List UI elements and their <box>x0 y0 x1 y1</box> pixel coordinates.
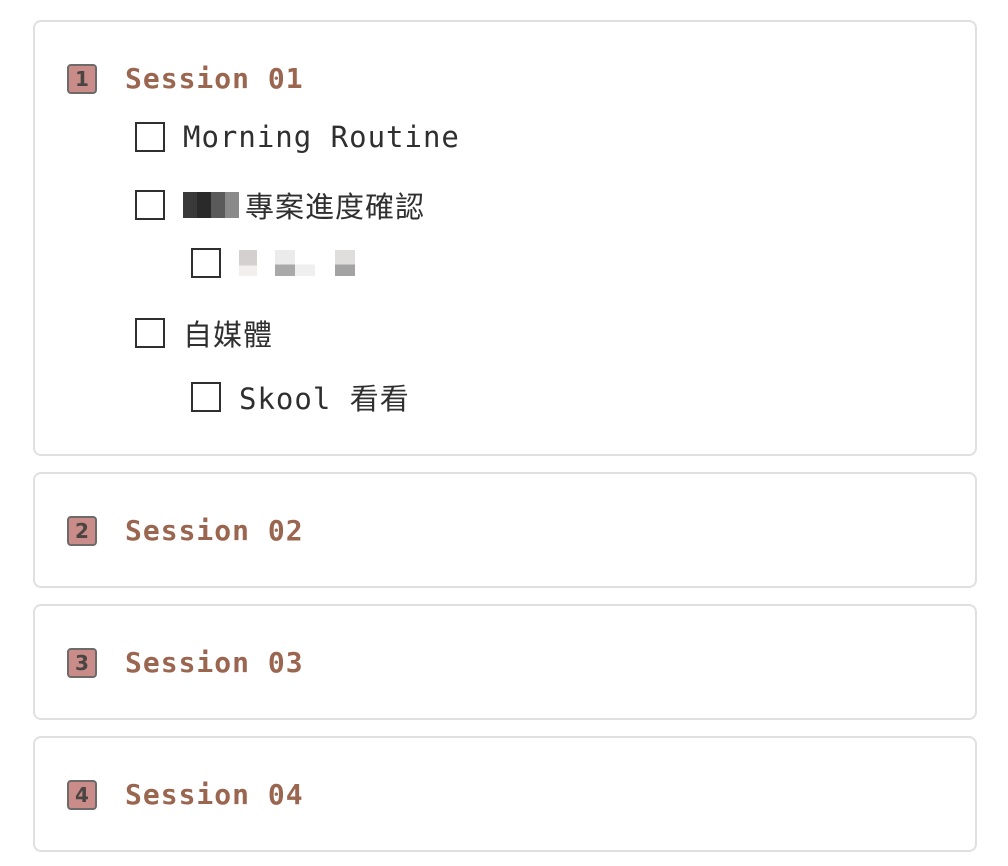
task-item: Morning Routine <box>135 120 460 154</box>
redacted-text <box>239 250 355 276</box>
checkbox[interactable] <box>135 318 165 348</box>
number-1-icon: 1 <box>67 63 97 94</box>
session-title: Session 04 <box>125 778 304 811</box>
task-label: Skool 看看 <box>239 382 410 416</box>
session-card-3[interactable]: 3 Session 03 <box>33 604 977 720</box>
session-card-4[interactable]: 4 Session 04 <box>33 736 977 852</box>
checkbox[interactable] <box>135 190 165 220</box>
session-header-4[interactable]: 4 Session 04 <box>67 778 304 811</box>
checkbox[interactable] <box>191 382 221 412</box>
session-header-2[interactable]: 2 Session 02 <box>67 514 304 547</box>
checkbox[interactable] <box>135 122 165 152</box>
task-label-wrapper: 專案進度確認 <box>183 184 425 226</box>
task-item <box>191 248 355 278</box>
task-label: 專案進度確認 <box>245 190 426 224</box>
session-title: Session 01 <box>125 62 304 95</box>
checkbox[interactable] <box>191 248 221 278</box>
session-card-1[interactable]: 1 Session 01 Morning Routine 專案進度確認 自媒體 … <box>33 20 977 456</box>
task-label-wrapper <box>239 250 355 276</box>
session-header-3[interactable]: 3 Session 03 <box>67 646 304 679</box>
session-header-1[interactable]: 1 Session 01 <box>67 62 304 95</box>
task-label: Morning Routine <box>183 120 460 154</box>
session-title: Session 03 <box>125 646 304 679</box>
number-3-icon: 3 <box>67 647 97 678</box>
number-4-icon: 4 <box>67 779 97 810</box>
number-2-icon: 2 <box>67 515 97 546</box>
task-item: 自媒體 <box>135 312 273 354</box>
task-item: Skool 看看 <box>191 376 410 418</box>
task-label: 自媒體 <box>183 318 274 352</box>
session-card-2[interactable]: 2 Session 02 <box>33 472 977 588</box>
task-item: 專案進度確認 <box>135 184 425 226</box>
redacted-text <box>183 192 239 218</box>
session-title: Session 02 <box>125 514 304 547</box>
